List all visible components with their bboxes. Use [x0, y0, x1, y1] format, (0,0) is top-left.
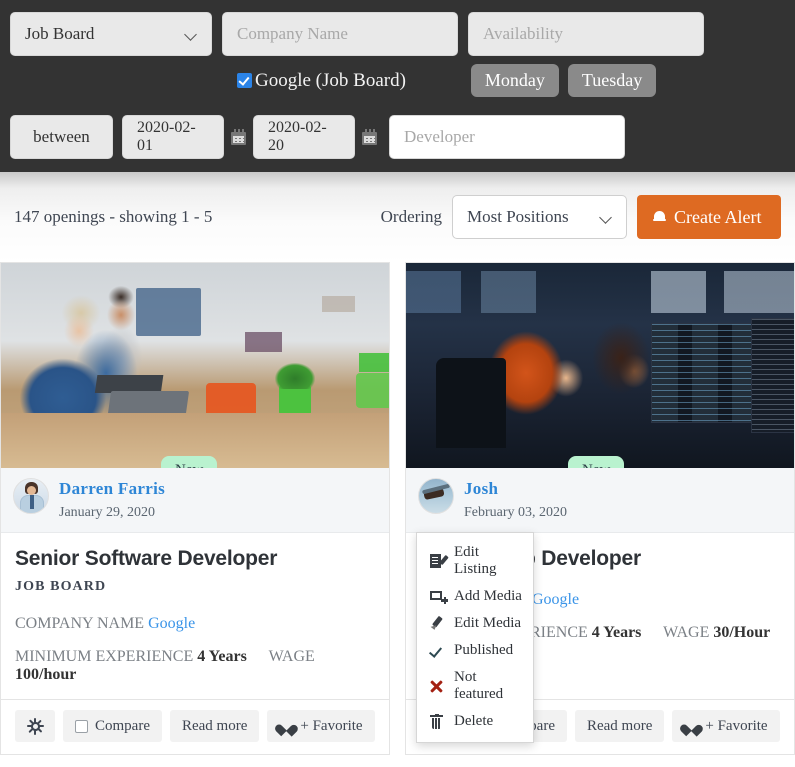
create-alert-label: Create Alert: [674, 206, 762, 227]
experience-wage-detail: MINIMUM EXPERIENCE 4 Years WAGE 100/hour: [15, 648, 375, 684]
experience-value: 4 Years: [591, 624, 642, 641]
job-card[interactable]: New Darren Farris January 29, 2020 Senio…: [0, 262, 390, 755]
bell-icon: [653, 210, 666, 225]
menu-item-label: Not featured: [454, 669, 504, 702]
gear-icon: [26, 717, 44, 735]
availability-placeholder: Availability: [483, 24, 563, 43]
office-photo: [1, 263, 389, 468]
google-jobboard-checkbox-group[interactable]: Google (Job Board): [237, 70, 406, 92]
settings-button[interactable]: [15, 710, 55, 742]
date-from-input[interactable]: 2020-02-01: [122, 115, 224, 159]
wage-label: WAGE: [268, 648, 315, 665]
heart-icon: [279, 720, 293, 733]
filter-row-primary: Job Board Company Name Availability: [10, 12, 785, 56]
date-operator-select[interactable]: between: [10, 115, 113, 159]
read-more-button[interactable]: Read more: [169, 710, 260, 742]
favorite-button[interactable]: + Favorite: [672, 710, 780, 742]
posted-date: February 03, 2020: [464, 505, 568, 520]
menu-item-published[interactable]: Published: [417, 637, 533, 664]
status-badge: New: [568, 456, 625, 468]
experience-label: MINIMUM EXPERIENCE: [15, 648, 194, 665]
menu-item-edit-listing[interactable]: Edit Listing: [417, 539, 533, 583]
avatar: [418, 478, 454, 514]
chevron-down-icon: [601, 212, 612, 223]
day-filter-group: Monday Tuesday: [470, 64, 657, 97]
menu-item-label: Edit Listing: [454, 544, 497, 577]
status-badge: New: [161, 456, 218, 468]
compare-button[interactable]: Compare: [63, 710, 162, 742]
check-icon: [430, 643, 445, 658]
read-more-button[interactable]: Read more: [574, 710, 665, 742]
ordering-select-value: Most Positions: [467, 207, 569, 226]
date-to-input[interactable]: 2020-02-20: [253, 115, 355, 159]
chevron-down-icon: [186, 29, 197, 40]
menu-item-edit-media[interactable]: Edit Media: [417, 610, 533, 637]
compare-checkbox[interactable]: [75, 719, 88, 733]
job-card-actions: Compare Read more + Favorite: [1, 699, 389, 754]
company-link[interactable]: Google: [148, 615, 195, 632]
company-name-input[interactable]: Company Name: [222, 12, 458, 56]
company-detail: COMPANY NAME Google: [15, 615, 375, 633]
menu-item-label: Edit Media: [454, 615, 522, 631]
favorite-label: + Favorite: [300, 717, 363, 734]
job-card-list: New Darren Farris January 29, 2020 Senio…: [0, 262, 795, 755]
job-title: Senior Software Developer: [15, 547, 278, 570]
x-icon: [430, 679, 445, 694]
wage-value: 100/hour: [15, 666, 77, 683]
poster-name-link[interactable]: Darren Farris: [59, 479, 165, 499]
ordering-label: Ordering: [380, 207, 442, 226]
calendar-icon-from[interactable]: [231, 129, 246, 145]
poster-name-link[interactable]: Josh: [464, 479, 567, 499]
menu-item-add-media[interactable]: Add Media: [417, 583, 533, 610]
favorite-button[interactable]: + Favorite: [267, 710, 375, 742]
job-card-poster: Josh February 03, 2020: [406, 468, 794, 533]
job-category: JOB BOARD: [15, 579, 107, 594]
filter-bar: Job Board Company Name Availability Goog…: [0, 0, 795, 172]
heart-icon: [684, 720, 698, 733]
menu-item-delete[interactable]: Delete: [417, 708, 533, 735]
source-select-value: Job Board: [25, 24, 95, 43]
source-select[interactable]: Job Board: [10, 12, 212, 56]
day-button-monday[interactable]: Monday: [470, 64, 559, 97]
avatar: [13, 478, 49, 514]
results-summary: 147 openings - showing 1 - 5: [14, 207, 213, 226]
menu-item-label: Add Media: [454, 588, 522, 604]
add-media-icon: [430, 589, 449, 604]
company-link[interactable]: Google: [532, 591, 579, 608]
job-card-image: New: [1, 263, 389, 468]
results-toolbar: 147 openings - showing 1 - 5 Ordering Mo…: [0, 172, 795, 262]
experience-value: 4 Years: [197, 648, 247, 665]
keyword-input[interactable]: Developer: [389, 115, 625, 159]
filter-row-secondary: Google (Job Board) Monday Tuesday: [10, 64, 785, 97]
ordering-group: Ordering Most Positions Create Alert: [381, 195, 781, 239]
posted-date: January 29, 2020: [59, 505, 156, 520]
favorite-label: + Favorite: [705, 717, 768, 734]
job-card-body: Senior Software Developer JOB BOARD COMP…: [1, 533, 389, 699]
keyword-placeholder: Developer: [404, 127, 475, 146]
wage-value: 30/Hour: [713, 624, 771, 641]
coding-photo: [406, 263, 794, 468]
create-alert-button[interactable]: Create Alert: [637, 195, 781, 239]
company-name-placeholder: Company Name: [237, 24, 348, 43]
compare-label: Compare: [95, 717, 150, 734]
availability-input[interactable]: Availability: [468, 12, 704, 56]
filter-row-dates: between 2020-02-01 2020-02-20 Developer: [10, 115, 785, 159]
menu-item-label: Delete: [454, 713, 494, 729]
trash-icon: [430, 713, 445, 729]
edit-listing-icon: [430, 553, 449, 569]
google-jobboard-label: Google (Job Board): [255, 69, 406, 91]
company-label: COMPANY NAME: [15, 615, 145, 632]
experience-label: RIENCE: [530, 624, 588, 641]
day-button-tuesday[interactable]: Tuesday: [567, 64, 657, 97]
edit-media-pencil-icon: [430, 615, 445, 631]
google-jobboard-checkbox[interactable]: [237, 73, 252, 88]
wage-label: WAGE: [663, 624, 710, 641]
menu-item-not-featured[interactable]: Not featured: [417, 664, 533, 708]
listing-context-menu: Edit Listing Add Media Edit Media Publis…: [416, 532, 534, 743]
ordering-select[interactable]: Most Positions: [452, 195, 627, 239]
menu-item-label: Published: [454, 642, 514, 658]
calendar-icon-to[interactable]: [362, 129, 377, 145]
job-card-image: New: [406, 263, 794, 468]
job-card-poster: Darren Farris January 29, 2020: [1, 468, 389, 533]
